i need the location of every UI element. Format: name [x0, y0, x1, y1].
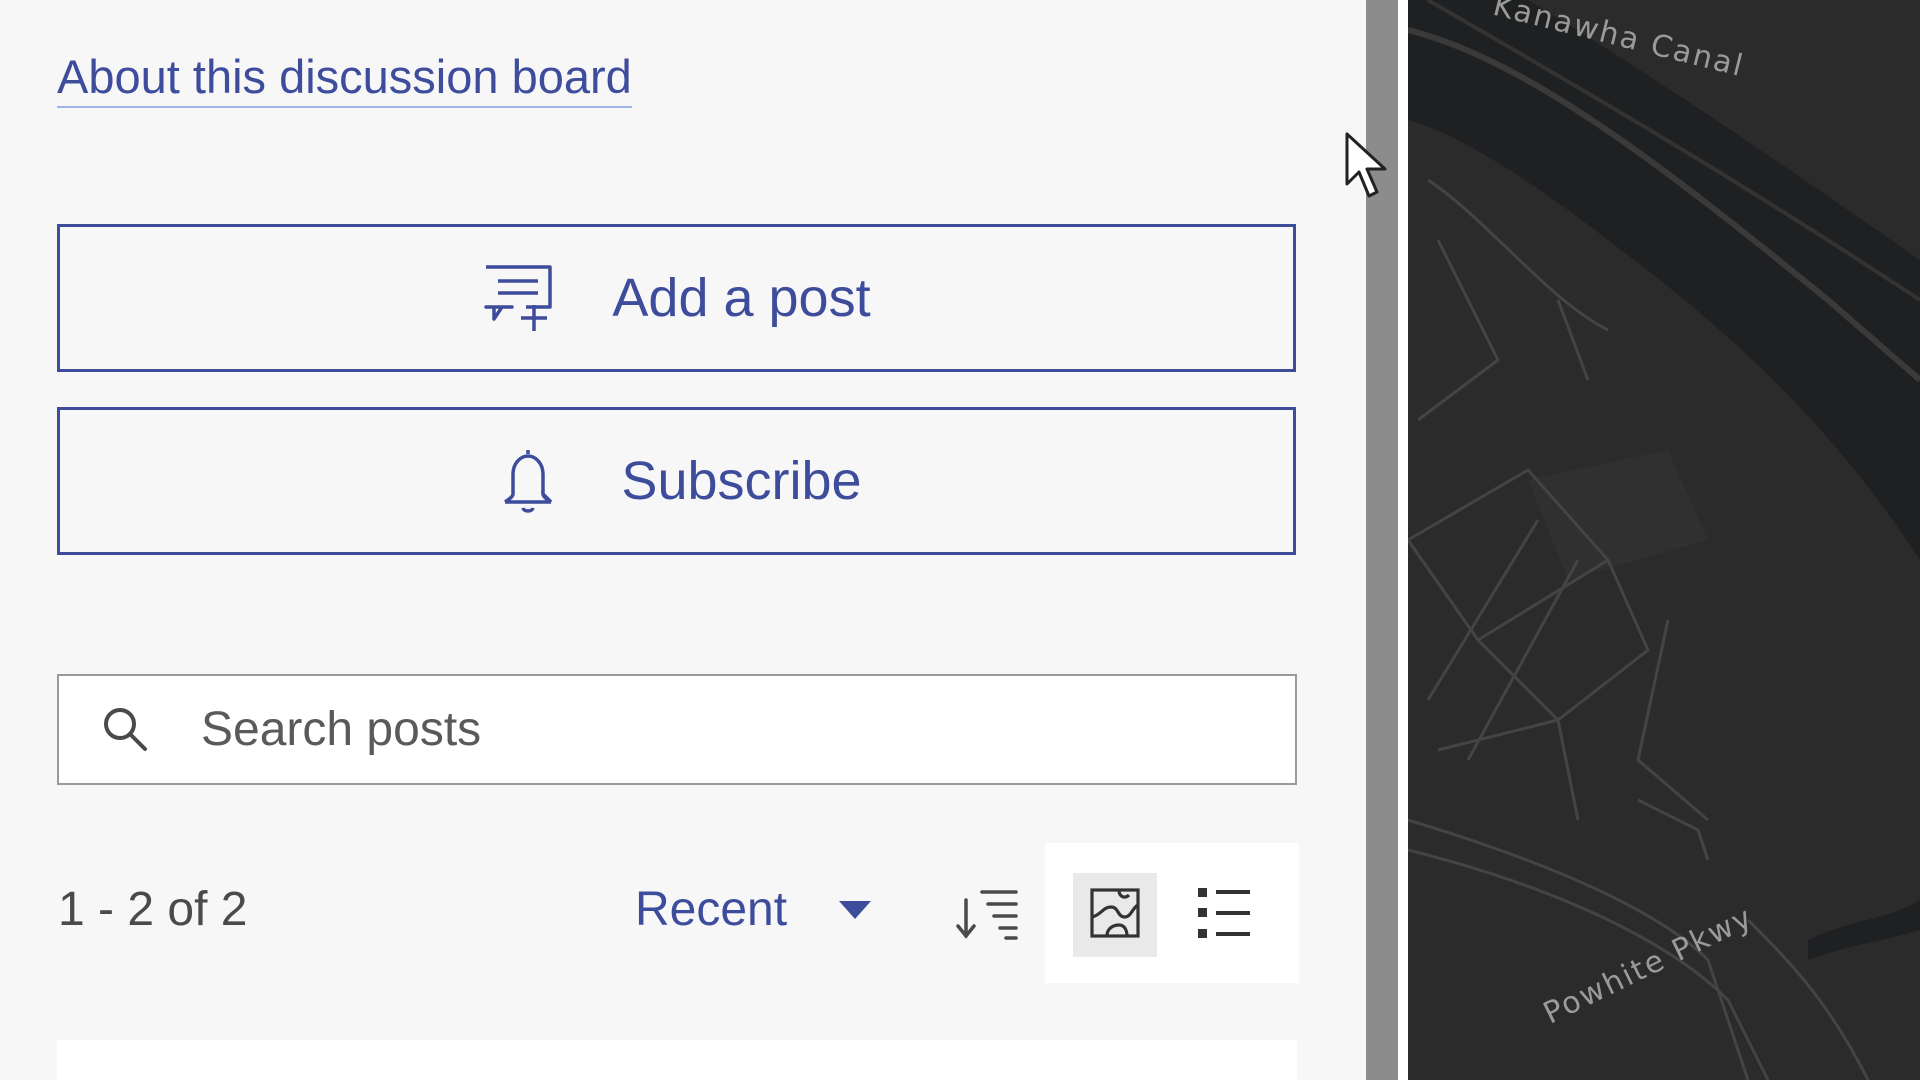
list-view-button[interactable]	[1195, 883, 1253, 947]
caret-down-icon	[837, 899, 873, 921]
sort-dropdown[interactable]: Recent	[635, 882, 873, 937]
subscribe-label: Subscribe	[621, 451, 862, 511]
bell-icon	[491, 444, 565, 518]
comment-plus-icon	[482, 261, 556, 335]
discussion-panel: About this discussion board Add a post S…	[0, 0, 1366, 1080]
search-box	[57, 674, 1297, 785]
search-icon	[99, 703, 153, 757]
map-view-button[interactable]	[1073, 873, 1157, 957]
add-post-button[interactable]: Add a post	[57, 224, 1296, 372]
sort-label: Recent	[635, 883, 788, 936]
about-discussion-board-link[interactable]: About this discussion board	[57, 50, 632, 109]
sort-descending-icon	[956, 886, 1020, 942]
list-view-icon	[1196, 884, 1252, 947]
sort-order-button[interactable]	[956, 886, 1020, 942]
post-card[interactable]	[57, 1040, 1297, 1080]
subscribe-button[interactable]: Subscribe	[57, 407, 1296, 555]
add-post-label: Add a post	[612, 268, 871, 328]
mouse-pointer-icon	[1343, 132, 1391, 202]
map-canvas	[1408, 0, 1920, 1080]
search-input[interactable]	[199, 688, 1203, 771]
map-view-icon	[1089, 887, 1141, 944]
view-toggle	[1045, 843, 1299, 983]
map-view[interactable]: Kanawha Canal Powhite Pkwy	[1408, 0, 1920, 1080]
result-count: 1 - 2 of 2	[58, 883, 248, 936]
divider-gap	[1398, 0, 1408, 1080]
